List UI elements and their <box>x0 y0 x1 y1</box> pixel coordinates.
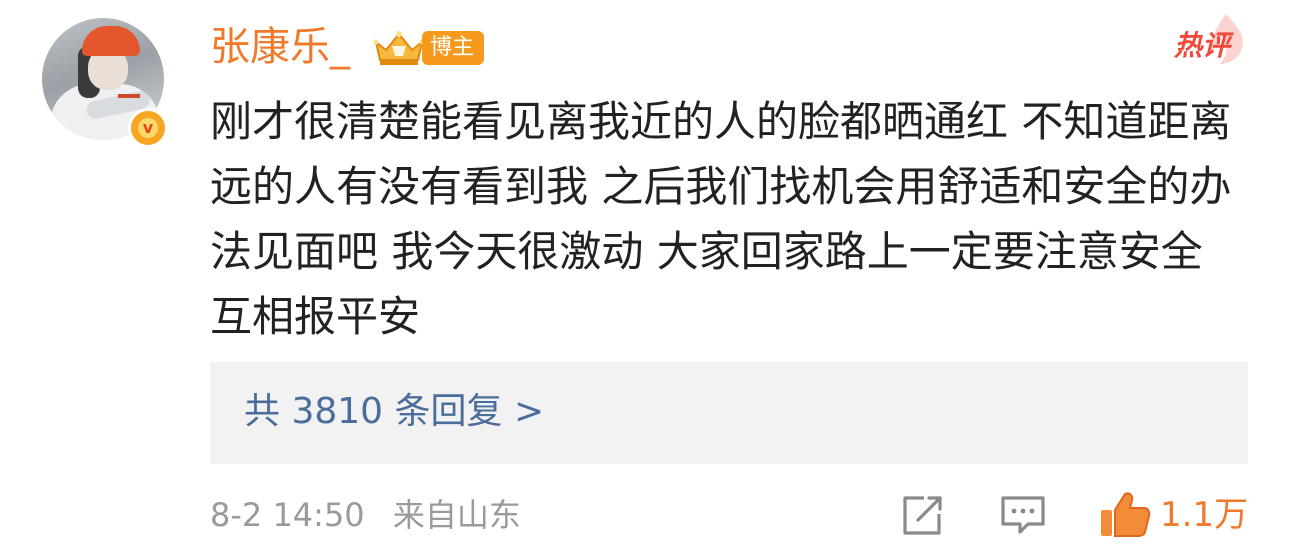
verified-badge-icon: v <box>128 108 168 148</box>
comment-meta: 8-2 14:50 来自山东 <box>210 494 521 536</box>
username[interactable]: 张康乐_ <box>210 21 350 73</box>
avatar-figure-hat <box>82 26 140 56</box>
hot-comment-badge: 热评 <box>1172 12 1248 68</box>
comment-button[interactable] <box>998 490 1048 540</box>
hot-comment-label: 热评 <box>1174 29 1231 62</box>
avatar-figure-stripe <box>118 94 140 98</box>
comment-text: 刚才很清楚能看见离我近的人的脸都晒通红 不知道距离远的人有没有看到我 之后我们找… <box>210 97 1232 341</box>
crown-icon <box>373 31 425 65</box>
share-button[interactable] <box>898 490 946 540</box>
view-replies-link[interactable]: 共 3810 条回复 > <box>244 389 544 435</box>
thumbs-up-icon <box>1101 492 1151 537</box>
verified-badge-letter: v <box>138 118 158 138</box>
blogger-tag: 博主 <box>422 31 485 65</box>
like-button[interactable]: 1.1万 <box>1098 490 1250 540</box>
comment-location: 来自山东 <box>392 496 521 534</box>
like-count: 1.1万 <box>1160 495 1249 535</box>
share-icon <box>903 496 942 535</box>
comment-icon <box>1001 496 1045 534</box>
replies-panel[interactable]: 共 3810 条回复 > <box>210 362 1248 464</box>
comment-timestamp: 8-2 14:50 <box>210 496 365 534</box>
